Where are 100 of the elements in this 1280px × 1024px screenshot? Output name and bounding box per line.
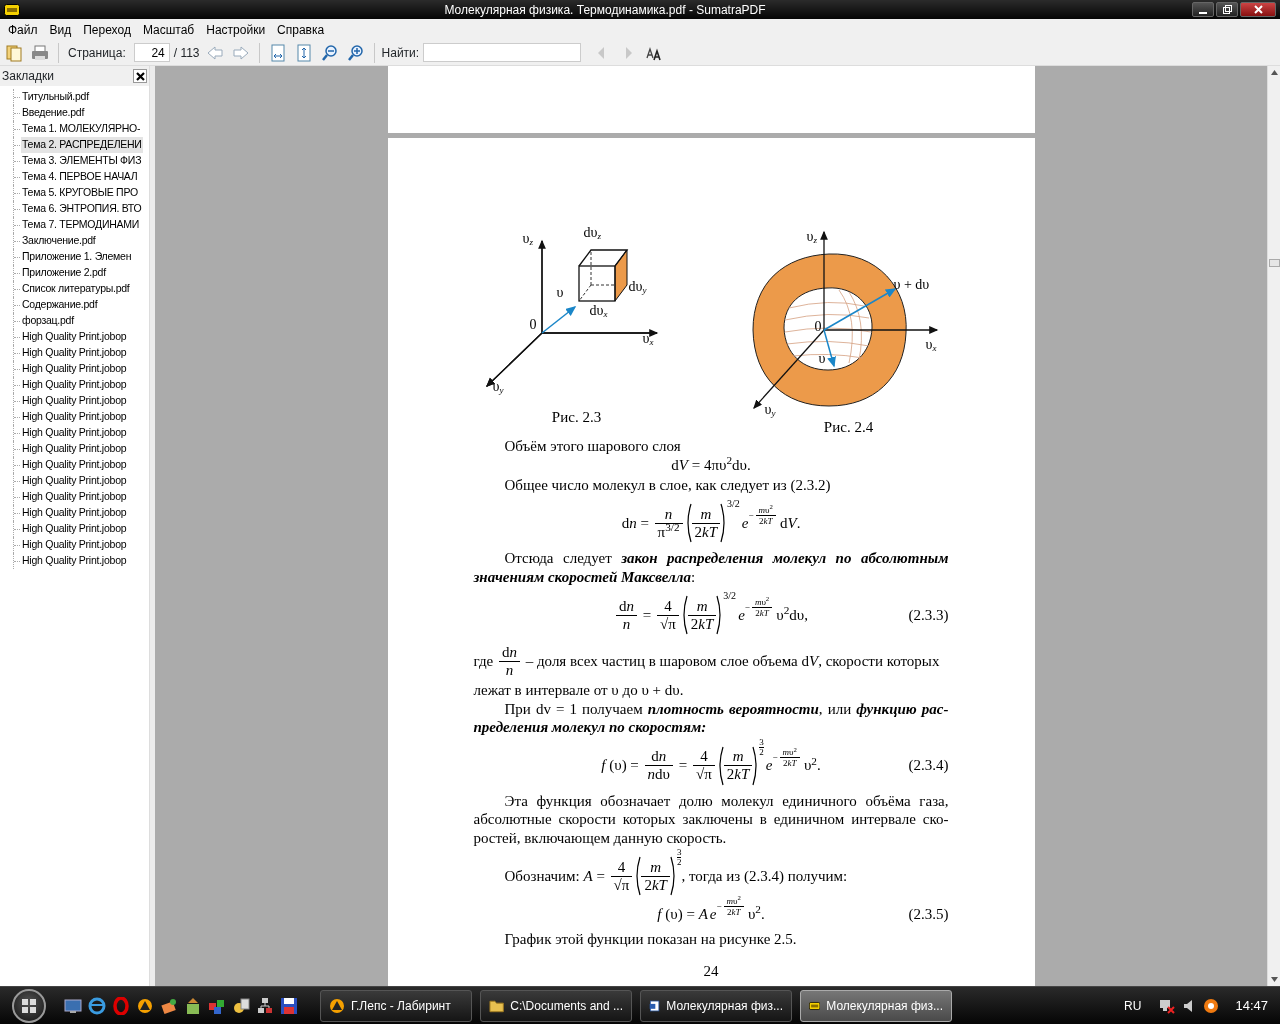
save-icon[interactable]: [280, 996, 298, 1015]
bookmark-item[interactable]: форзац.pdf: [21, 313, 75, 329]
bookmark-item[interactable]: Тема 1. МОЛЕКУЛЯРНО-: [21, 121, 142, 137]
fraction-numerator: mυ$^{2}$: [755, 504, 776, 516]
fraction-numerator: n: [654, 505, 683, 524]
menu-item[interactable]: Масштаб: [136, 20, 201, 39]
exponent-base: e: [738, 605, 745, 625]
bookmark-item[interactable]: High Quality Print.jobop: [21, 457, 128, 473]
exponent-base: e: [741, 513, 749, 533]
bookmark-item[interactable]: Тема 5. КРУГОВЫЕ ПРО: [21, 185, 139, 201]
bookmark-item[interactable]: High Quality Print.jobop: [21, 521, 128, 537]
equation-number: (2.3.3): [908, 606, 949, 623]
bookmark-item[interactable]: High Quality Print.jobop: [21, 553, 128, 569]
axis-label: υ$_{y}$: [492, 380, 504, 394]
restore-button[interactable]: [1216, 2, 1238, 17]
bookmark-item[interactable]: Тема 6. ЭНТРОПИЯ. ВТО: [21, 201, 143, 217]
bookmark-item[interactable]: High Quality Print.jobop: [21, 537, 128, 553]
bookmark-item[interactable]: Тема 7. ТЕРМОДИНАМИ: [21, 217, 141, 233]
browser-icon[interactable]: [88, 996, 106, 1015]
menu-item[interactable]: Переход: [77, 20, 137, 39]
bookmark-item[interactable]: High Quality Print.jobop: [21, 409, 128, 425]
bookmark-item[interactable]: High Quality Print.jobop: [21, 505, 128, 521]
network-error-icon[interactable]: [1159, 997, 1176, 1014]
minimize-button[interactable]: [1192, 2, 1214, 17]
taskbar-button[interactable]: Молекулярная физ...: [800, 989, 952, 1022]
taskbar-button[interactable]: Молекулярная физ...: [640, 989, 792, 1022]
scroll-thumb[interactable]: [1268, 259, 1280, 267]
fit-page-icon[interactable]: [294, 43, 313, 62]
axis-label: dυ$_{y}$: [628, 280, 647, 294]
bookmark-item[interactable]: Тема 4. ПЕРВОЕ НАЧАЛ: [21, 169, 139, 185]
paragraph: График этой функции показан на рисунке 2.5.: [503, 929, 798, 948]
bookmark-item[interactable]: Титульный.pdf: [21, 89, 90, 105]
find-label: Найти:: [381, 44, 420, 62]
bookmark-item[interactable]: Приложение 1. Элемен: [21, 249, 133, 265]
fraction-numerator: dn: [498, 644, 520, 662]
fraction-numerator: 4: [657, 597, 679, 616]
fraction-denominator: √π: [659, 615, 677, 633]
formula-text: υ$^{2}$dυ,: [776, 605, 808, 625]
package-icon[interactable]: [184, 996, 202, 1015]
start-button[interactable]: [12, 988, 46, 1023]
bookmark-item[interactable]: High Quality Print.jobop: [21, 425, 128, 441]
settings-icon[interactable]: [232, 996, 250, 1015]
exponent-denominator: 2: [676, 858, 682, 867]
scroll-up-icon[interactable]: [1269, 68, 1279, 77]
restore-icon: [1222, 5, 1232, 14]
bookmark-item[interactable]: Тема 3. ЭЛЕМЕНТЫ ФИЗ: [21, 153, 143, 169]
close-button[interactable]: [133, 69, 147, 83]
bookmark-item[interactable]: Тема 2. РАСПРЕДЕЛЕНИ: [21, 137, 143, 153]
bookmark-item[interactable]: High Quality Print.jobop: [21, 393, 128, 409]
page-number: 24: [703, 963, 719, 979]
desktop-icon[interactable]: [64, 996, 82, 1015]
open-folder-icon[interactable]: [5, 43, 23, 62]
bookmark-item[interactable]: High Quality Print.jobop: [21, 361, 128, 377]
equation-number: (2.3.5): [908, 906, 949, 922]
fraction-numerator: m: [691, 505, 721, 524]
bookmark-item[interactable]: Содержание.pdf: [21, 297, 99, 313]
scroll-down-icon[interactable]: [1269, 975, 1279, 984]
printer-icon[interactable]: [31, 43, 49, 62]
bookmark-item[interactable]: High Quality Print.jobop: [21, 329, 128, 345]
left-bracket-icon: [634, 856, 642, 896]
exponent-sign: −: [748, 510, 754, 520]
bookmark-item[interactable]: Заключение.pdf: [21, 233, 97, 249]
zoom-in-icon[interactable]: [346, 43, 365, 62]
paint-icon[interactable]: [160, 996, 178, 1015]
taskbar-button[interactable]: Г.Лепс - Лабиринт: [320, 989, 472, 1022]
bookmark-item[interactable]: High Quality Print.jobop: [21, 441, 128, 457]
bookmark-item[interactable]: High Quality Print.jobop: [21, 489, 128, 505]
search-field[interactable]: [423, 43, 582, 62]
menu-item[interactable]: Настройки: [200, 20, 272, 39]
fraction-denominator: 2kT: [725, 906, 742, 917]
close-icon: [1253, 5, 1263, 14]
bookmark-item[interactable]: Введение.pdf: [21, 105, 86, 121]
page-number-field[interactable]: 24: [133, 43, 170, 62]
fraction-numerator: m: [723, 748, 753, 766]
language-indicator[interactable]: RU: [1124, 996, 1142, 1015]
menu-item[interactable]: Справка: [271, 20, 331, 39]
exponent: 3/2: [723, 591, 737, 601]
network-icon[interactable]: [256, 996, 274, 1015]
exponent-denominator: 2: [759, 747, 764, 757]
zoom-out-icon[interactable]: [320, 43, 339, 62]
fraction-numerator: m: [687, 597, 717, 616]
menu-item[interactable]: Файл: [2, 20, 44, 39]
clock[interactable]: 14:47: [1235, 995, 1268, 1016]
bookmark-item[interactable]: High Quality Print.jobop: [21, 345, 128, 361]
fraction-numerator: m: [641, 858, 670, 877]
circle-icon[interactable]: [1203, 997, 1220, 1014]
paragraph-text: – доля всех частиц в шаровом слое объема dV, скорости которых: [524, 652, 940, 671]
taskbar-button[interactable]: C:\Documents and ...: [480, 989, 632, 1022]
paragraph: лежат в интервале от υ до υ + dυ.: [473, 681, 685, 700]
page-count: / 113: [173, 44, 200, 62]
bookmark-item[interactable]: Список литературы.pdf: [21, 281, 131, 297]
fit-width-icon[interactable]: [268, 43, 287, 62]
axis-label: 0: [529, 318, 537, 332]
bookmark-item[interactable]: High Quality Print.jobop: [21, 377, 128, 393]
close-button[interactable]: [1240, 2, 1276, 17]
bookmark-item[interactable]: High Quality Print.jobop: [21, 473, 128, 489]
bookmark-item[interactable]: Приложение 2.pdf: [21, 265, 107, 281]
fraction-denominator: √π: [612, 876, 631, 894]
menu-item[interactable]: Вид: [43, 20, 78, 39]
fraction-denominator: 2kT: [758, 515, 774, 526]
